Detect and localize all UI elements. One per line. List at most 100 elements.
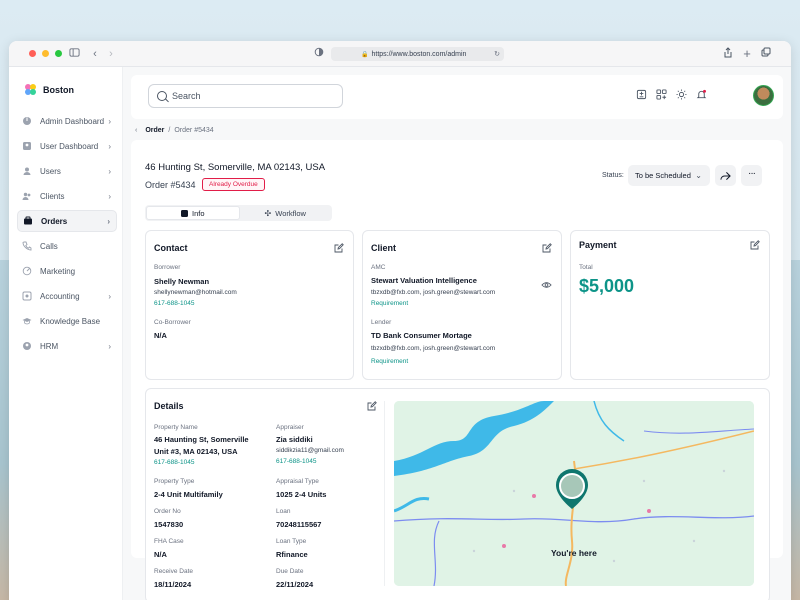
tab-workflow-label: Workflow bbox=[275, 208, 306, 218]
forward-icon[interactable]: › bbox=[104, 47, 118, 61]
phone-icon bbox=[22, 241, 32, 251]
clients-icon bbox=[22, 191, 32, 201]
apps-icon[interactable] bbox=[656, 89, 667, 100]
divider bbox=[384, 401, 385, 586]
brand[interactable]: Boston bbox=[25, 84, 74, 95]
sidebar-toggle-icon[interactable] bbox=[67, 47, 81, 61]
chevron-right-icon: › bbox=[108, 291, 111, 301]
order-number: Order #5434 bbox=[145, 180, 196, 190]
property-map[interactable]: You're here bbox=[394, 401, 754, 586]
browser-toolbar: ‹ › 🔒 https://www.boston.com/admin ↻ + bbox=[9, 41, 791, 67]
breadcrumb-back-icon[interactable]: ‹ bbox=[135, 127, 137, 134]
info-icon bbox=[180, 209, 188, 217]
sidebar-item-accounting[interactable]: Accounting › bbox=[17, 285, 117, 307]
edit-icon[interactable] bbox=[367, 401, 377, 411]
reload-icon[interactable]: ↻ bbox=[494, 50, 500, 58]
sidebar-item-hrm[interactable]: HRM › bbox=[17, 335, 117, 357]
lock-icon: 🔒 bbox=[361, 51, 369, 58]
map-marker-label: You're here bbox=[551, 548, 597, 558]
appraiser-label: Appraiser bbox=[276, 424, 304, 431]
appraiser-name: Zia siddiki bbox=[276, 435, 313, 444]
orders-icon bbox=[23, 216, 33, 226]
payment-title: Payment bbox=[579, 240, 617, 250]
dashboard-icon bbox=[22, 116, 32, 126]
browser-window: ‹ › 🔒 https://www.boston.com/admin ↻ + B… bbox=[9, 41, 791, 600]
calculator-icon[interactable] bbox=[636, 89, 647, 100]
amc-label: AMC bbox=[371, 264, 386, 271]
sidebar-item-label: Accounting bbox=[40, 291, 80, 301]
amc-emails: tbzxdb@fxb.com, josh.green@stewart.com bbox=[371, 289, 496, 296]
property-type-value: 2-4 Unit Multifamily bbox=[154, 490, 223, 499]
sidebar-item-label: Users bbox=[40, 166, 61, 176]
client-card: Client AMC Stewart Valuation Intelligenc… bbox=[362, 230, 562, 380]
appraiser-phone[interactable]: 617-688-1045 bbox=[276, 458, 316, 465]
sidebar-item-knowledge-base[interactable]: Knowledge Base bbox=[17, 310, 117, 332]
status-select[interactable]: To be Scheduled ⌄ bbox=[628, 165, 710, 186]
lender-requirement-link[interactable]: Requirement bbox=[371, 358, 408, 365]
property-phone[interactable]: 617-688-1045 bbox=[154, 459, 194, 466]
appraisal-type-value: 1025 2-4 Units bbox=[276, 490, 327, 499]
sun-icon[interactable] bbox=[676, 89, 687, 100]
lender-emails: tbzxdb@fxb.com, josh.green@stewart.com bbox=[371, 345, 496, 352]
address-bar[interactable]: 🔒 https://www.boston.com/admin ↻ bbox=[331, 47, 504, 61]
coborrower-value: N/A bbox=[154, 331, 167, 340]
more-options-button[interactable]: ··· bbox=[741, 165, 762, 186]
property-name-label: Property Name bbox=[154, 424, 198, 431]
lender-label: Lender bbox=[371, 319, 392, 326]
tab-info[interactable]: Info bbox=[146, 206, 240, 220]
share-icon[interactable] bbox=[721, 47, 735, 61]
brand-logo-icon bbox=[25, 84, 36, 95]
borrower-name: Shelly Newman bbox=[154, 277, 210, 286]
close-window-button[interactable] bbox=[29, 50, 36, 57]
sidebar-item-orders[interactable]: Orders › bbox=[17, 210, 117, 232]
privacy-shield-icon[interactable] bbox=[312, 47, 326, 61]
borrower-phone[interactable]: 617-688-1045 bbox=[154, 300, 194, 307]
sidebar-item-label: Orders bbox=[41, 216, 68, 226]
details-title: Details bbox=[154, 401, 184, 411]
status-value: To be Scheduled bbox=[635, 171, 691, 180]
edit-icon[interactable] bbox=[542, 243, 552, 253]
chevron-right-icon: › bbox=[107, 216, 110, 226]
sidebar-item-calls[interactable]: Calls bbox=[17, 235, 117, 257]
avatar[interactable] bbox=[753, 85, 774, 106]
sidebar-item-clients[interactable]: Clients › bbox=[17, 185, 117, 207]
eye-icon[interactable] bbox=[541, 281, 552, 289]
sidebar-item-label: HRM bbox=[40, 341, 59, 351]
tab-info-label: Info bbox=[191, 208, 205, 218]
edit-icon[interactable] bbox=[750, 240, 760, 250]
sidebar-item-admin-dashboard[interactable]: Admin Dashboard › bbox=[17, 110, 117, 132]
url-text: https://www.boston.com/admin bbox=[371, 50, 467, 58]
tab-overview-icon[interactable] bbox=[759, 47, 773, 61]
appraiser-email: siddikzia11@gmail.com bbox=[276, 447, 344, 454]
chevron-right-icon: › bbox=[108, 141, 111, 151]
user-dashboard-icon bbox=[22, 141, 32, 151]
chevron-right-icon: › bbox=[108, 116, 111, 126]
client-title: Client bbox=[371, 243, 397, 253]
search-input[interactable]: Search bbox=[148, 84, 343, 108]
back-icon[interactable]: ‹ bbox=[88, 47, 102, 61]
amc-requirement-link[interactable]: Requirement bbox=[371, 300, 408, 307]
sidebar-item-marketing[interactable]: Marketing bbox=[17, 260, 117, 282]
contact-title: Contact bbox=[154, 243, 188, 253]
order-no-label: Order No bbox=[154, 508, 181, 515]
tab-bar: Info ✣ Workflow bbox=[145, 205, 332, 221]
graduation-cap-icon bbox=[22, 316, 32, 326]
marketing-icon bbox=[22, 266, 32, 276]
minimize-window-button[interactable] bbox=[42, 50, 49, 57]
sidebar-item-users[interactable]: Users › bbox=[17, 160, 117, 182]
breadcrumb-root[interactable]: Order bbox=[145, 127, 164, 134]
sidebar-item-label: Clients bbox=[40, 191, 65, 201]
bell-icon[interactable] bbox=[696, 89, 707, 100]
share-order-button[interactable] bbox=[715, 165, 736, 186]
maximize-window-button[interactable] bbox=[55, 50, 62, 57]
sidebar-item-user-dashboard[interactable]: User Dashboard › bbox=[17, 135, 117, 157]
fha-value: N/A bbox=[154, 550, 167, 559]
edit-icon[interactable] bbox=[334, 243, 344, 253]
main-content: Search ‹ Order / Order #5434 46 Hunting … bbox=[123, 67, 791, 600]
order-no-value: 1547830 bbox=[154, 520, 184, 529]
tab-workflow[interactable]: ✣ Workflow bbox=[240, 206, 332, 220]
hrm-icon bbox=[22, 341, 32, 351]
new-tab-icon[interactable]: + bbox=[740, 47, 754, 61]
borrower-email: shellynewman@hotmail.com bbox=[154, 289, 237, 296]
property-name-line1: 46 Haunting St, Somerville bbox=[154, 435, 249, 444]
